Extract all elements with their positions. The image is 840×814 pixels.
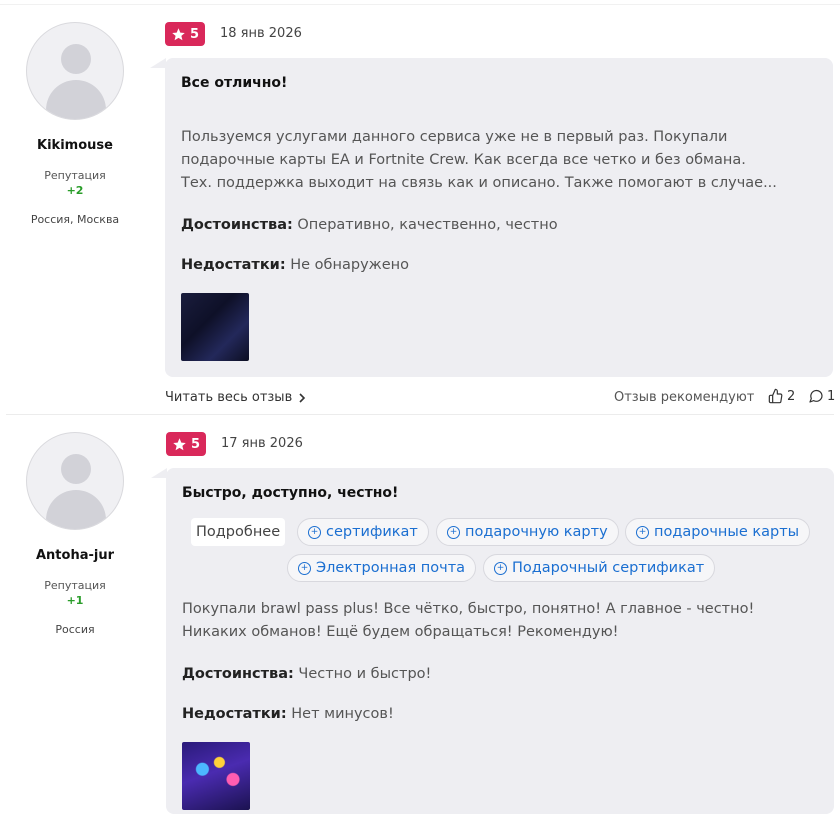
review-date: 17 янв 2026 xyxy=(221,436,303,451)
rating-badge: 5 xyxy=(165,22,205,46)
pros-label: Достоинства: xyxy=(182,666,294,682)
author-name[interactable]: Antoha-jur xyxy=(0,548,150,563)
reputation-value: +1 xyxy=(66,594,84,607)
tag-chip[interactable]: + подарочную карту xyxy=(436,518,619,546)
card-pointer xyxy=(151,468,167,478)
tag-chip[interactable]: + Электронная почта xyxy=(287,554,477,582)
review-photo[interactable] xyxy=(181,293,249,361)
tag-label: сертификат xyxy=(326,524,418,540)
comments-count: 1 xyxy=(827,388,836,404)
review-text: Пользуемся услугами данного сервиса уже … xyxy=(181,129,777,191)
pros-text: Честно и быстро! xyxy=(298,666,432,682)
like-button[interactable]: 2 xyxy=(768,388,795,404)
avatar[interactable] xyxy=(26,22,124,120)
cons-label: Недостатки: xyxy=(181,257,286,273)
tag-label: Подарочный сертификат xyxy=(512,560,705,576)
reputation-label: Репутация xyxy=(44,169,106,182)
comment-icon xyxy=(809,389,823,403)
author-name[interactable]: Kikimouse xyxy=(0,138,150,153)
tag-chip[interactable]: + сертификат xyxy=(297,518,429,546)
review-divider xyxy=(6,414,834,415)
review-card: Все отлично! Пользуемся услугами данного… xyxy=(165,58,833,377)
review-text: Покупали brawl pass plus! Все чётко, быс… xyxy=(182,601,755,640)
reputation-label: Репутация xyxy=(44,579,106,592)
tag-chip[interactable]: + подарочные карты xyxy=(625,518,811,546)
plus-circle-icon: + xyxy=(636,525,649,539)
plus-circle-icon: + xyxy=(308,525,321,539)
tag-chip[interactable]: + Подарочный сертификат xyxy=(483,554,716,582)
rating-value: 5 xyxy=(189,26,200,42)
review-date: 18 янв 2026 xyxy=(220,26,302,41)
plus-circle-icon: + xyxy=(447,525,460,539)
review-author: Kikimouse Репутация +2 Россия, Москва xyxy=(0,22,150,226)
plus-circle-icon: + xyxy=(494,561,507,575)
star-icon xyxy=(172,27,185,40)
pros-label: Достоинства: xyxy=(181,217,293,233)
recommend-label: Отзыв рекомендуют xyxy=(614,390,755,405)
review-pros: Достоинства: Оперативно, качественно, че… xyxy=(181,217,558,233)
author-location: Россия, Москва xyxy=(30,213,120,226)
cons-text: Не обнаружено xyxy=(290,257,409,273)
reputation-value: +2 xyxy=(66,184,84,197)
rating-value: 5 xyxy=(190,436,201,452)
review-title: Быстро, доступно, честно! xyxy=(182,485,399,501)
review-photo[interactable] xyxy=(182,742,250,810)
review-card: Быстро, доступно, честно! Подробнее + сер… xyxy=(166,468,834,814)
review-author: Antoha-jur Репутация +1 Россия xyxy=(0,432,150,636)
details-toggle[interactable]: Подробнее xyxy=(191,518,286,546)
tag-label: Электронная почта xyxy=(316,560,466,576)
review-cons: Недостатки: Не обнаружено xyxy=(181,257,409,273)
read-full-review-link[interactable]: Читать весь отзыв xyxy=(165,390,306,405)
cons-text: Нет минусов! xyxy=(291,706,394,722)
pros-text: Оперативно, качественно, честно xyxy=(297,217,558,233)
tag-label: подарочные карты xyxy=(654,524,800,540)
star-icon xyxy=(173,437,186,450)
plus-circle-icon: + xyxy=(298,561,311,575)
cons-label: Недостатки: xyxy=(182,706,287,722)
likes-count: 2 xyxy=(787,388,796,404)
review-cons: Недостатки: Нет минусов! xyxy=(182,706,394,722)
tag-label: подарочную карту xyxy=(465,524,608,540)
avatar[interactable] xyxy=(26,432,124,530)
rating-badge: 5 xyxy=(166,432,206,456)
top-divider xyxy=(0,4,840,5)
read-more-label: Читать весь отзыв xyxy=(165,390,293,405)
review-pros: Достоинства: Честно и быстро! xyxy=(182,666,431,682)
review-title: Все отлично! xyxy=(181,75,288,91)
comments-button[interactable]: 1 xyxy=(808,388,835,404)
thumbs-up-icon xyxy=(768,388,783,404)
author-location: Россия xyxy=(55,623,95,636)
chevron-right-icon xyxy=(299,392,306,403)
card-pointer xyxy=(150,58,166,68)
